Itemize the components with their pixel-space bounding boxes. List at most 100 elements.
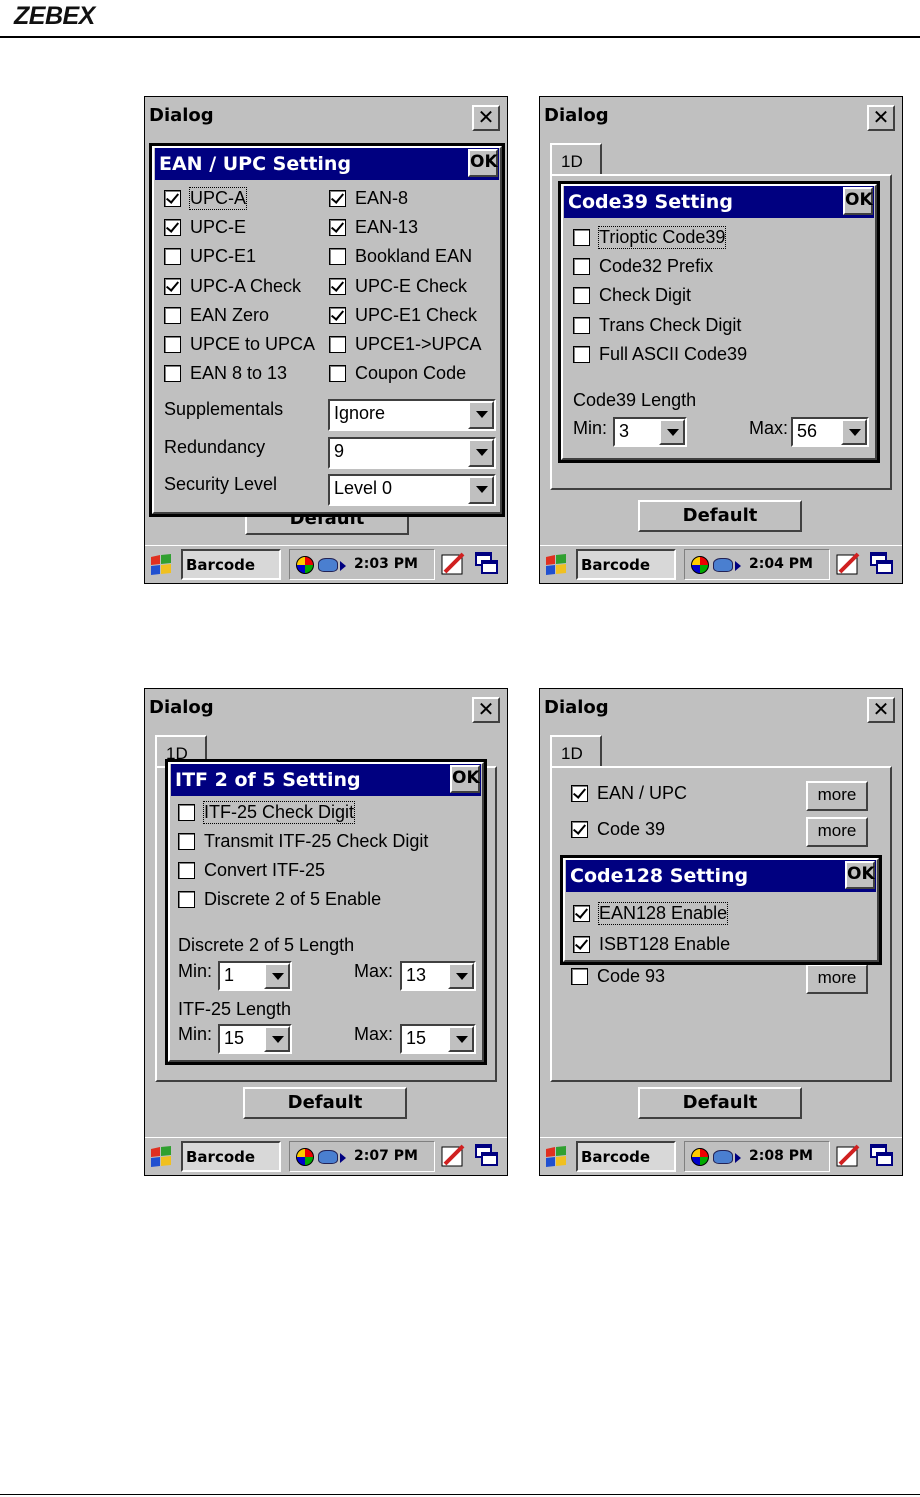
ok-button[interactable]: OK xyxy=(468,149,498,177)
system-tray: 2:07 PM xyxy=(289,1141,435,1172)
checkbox-ean-13[interactable]: EAN-13 xyxy=(329,217,418,238)
checkbox-check-digit[interactable]: Check Digit xyxy=(573,285,691,306)
connection-icon[interactable] xyxy=(318,558,338,572)
taskbar-app-button[interactable]: Barcode xyxy=(576,549,676,580)
arrow-right-icon[interactable] xyxy=(735,561,741,571)
system-tray: 2:04 PM xyxy=(684,549,830,580)
redundancy-select[interactable]: 9 xyxy=(328,437,496,469)
checkbox-code32-prefix[interactable]: Code32 Prefix xyxy=(573,256,713,277)
security-level-select[interactable]: Level 0 xyxy=(328,474,496,506)
more-button-ean-upc[interactable]: more xyxy=(806,781,868,811)
checkbox-code-93[interactable]: Code 93 xyxy=(571,966,665,987)
default-button[interactable]: Default xyxy=(638,500,802,532)
supplementals-select[interactable]: Ignore xyxy=(328,399,496,431)
checkbox-isbt128-enable[interactable]: ISBT128 Enable xyxy=(573,934,730,955)
connection-icon[interactable] xyxy=(713,1150,733,1164)
close-button[interactable]: ✕ xyxy=(867,697,895,723)
chevron-down-icon[interactable] xyxy=(468,439,494,467)
ok-button[interactable]: OK xyxy=(450,765,480,793)
checkbox-upce1-to-upca[interactable]: UPCE1->UPCA xyxy=(329,334,482,355)
checkbox-upc-e1[interactable]: UPC-E1 xyxy=(164,246,256,267)
connection-icon[interactable] xyxy=(713,558,733,572)
tab-1d[interactable]: 1D xyxy=(550,735,602,767)
network-icon[interactable] xyxy=(691,556,709,574)
discrete-min-select[interactable]: 1 xyxy=(218,961,292,991)
pen-input-icon[interactable] xyxy=(836,1144,862,1168)
checkbox-ean-8[interactable]: EAN-8 xyxy=(329,188,408,209)
ean-upc-setting-popup: EAN / UPC Setting OK UPC-A EAN-8 UPC-E E… xyxy=(149,143,505,517)
network-icon[interactable] xyxy=(296,556,314,574)
desktop-windows-icon[interactable] xyxy=(475,1144,499,1168)
checkbox-itf-25-check-digit[interactable]: ITF-25 Check Digit xyxy=(178,801,356,824)
chevron-down-icon[interactable] xyxy=(841,419,867,445)
checkbox-bookland-ean[interactable]: Bookland EAN xyxy=(329,246,472,267)
windows-start-icon[interactable] xyxy=(544,1145,568,1169)
chevron-down-icon[interactable] xyxy=(264,1026,290,1052)
chevron-down-icon[interactable] xyxy=(468,476,494,504)
pen-input-icon[interactable] xyxy=(441,552,467,576)
checkbox-box xyxy=(571,785,588,802)
screen-code39: Dialog ✕ 1D Code39 Setting OK Trioptic C… xyxy=(539,96,903,584)
popup-title: Code39 Setting xyxy=(564,186,874,218)
checkbox-ean128-enable[interactable]: EAN128 Enable xyxy=(573,902,729,925)
checkbox-upc-e[interactable]: UPC-E xyxy=(164,217,246,238)
arrow-right-icon[interactable] xyxy=(735,1153,741,1163)
checkbox-convert-itf-25[interactable]: Convert ITF-25 xyxy=(178,860,325,881)
more-button-code-93[interactable]: more xyxy=(806,964,868,994)
chevron-down-icon[interactable] xyxy=(659,419,685,445)
checkbox-trioptic-code39[interactable]: Trioptic Code39 xyxy=(573,226,727,249)
checkbox-upc-e-check[interactable]: UPC-E Check xyxy=(329,276,467,297)
network-icon[interactable] xyxy=(691,1148,709,1166)
checkbox-ean-zero[interactable]: EAN Zero xyxy=(164,305,269,326)
checkbox-trans-check-digit[interactable]: Trans Check Digit xyxy=(573,315,741,336)
arrow-right-icon[interactable] xyxy=(340,561,346,571)
desktop-windows-icon[interactable] xyxy=(870,1144,894,1168)
itf-max-select[interactable]: 15 xyxy=(400,1024,476,1054)
checkbox-box xyxy=(178,862,195,879)
pen-input-icon[interactable] xyxy=(441,1144,467,1168)
chevron-down-icon[interactable] xyxy=(448,963,474,989)
pen-input-icon[interactable] xyxy=(836,552,862,576)
checkbox-ean-upc[interactable]: EAN / UPC xyxy=(571,783,687,804)
network-icon[interactable] xyxy=(296,1148,314,1166)
checkbox-full-ascii-code39[interactable]: Full ASCII Code39 xyxy=(573,344,747,365)
default-button[interactable]: Default xyxy=(243,1087,407,1119)
tab-1d[interactable]: 1D xyxy=(550,143,602,175)
code39-min-select[interactable]: 3 xyxy=(613,417,687,447)
checkbox-code-39[interactable]: Code 39 xyxy=(571,819,665,840)
chevron-down-icon[interactable] xyxy=(264,963,290,989)
arrow-right-icon[interactable] xyxy=(340,1153,346,1163)
itf-min-select[interactable]: 15 xyxy=(218,1024,292,1054)
checkbox-transmit-itf-25-check-digit[interactable]: Transmit ITF-25 Check Digit xyxy=(178,831,428,852)
windows-start-icon[interactable] xyxy=(149,1145,173,1169)
checkbox-upc-e1-check[interactable]: UPC-E1 Check xyxy=(329,305,477,326)
windows-start-icon[interactable] xyxy=(149,553,173,577)
more-button-code-39[interactable]: more xyxy=(806,817,868,847)
default-button[interactable]: Default xyxy=(638,1087,802,1119)
checkbox-coupon-code[interactable]: Coupon Code xyxy=(329,363,466,384)
close-button[interactable]: ✕ xyxy=(472,105,500,131)
taskbar-app-button[interactable]: Barcode xyxy=(576,1141,676,1172)
taskbar-app-button[interactable]: Barcode xyxy=(181,1141,281,1172)
windows-start-icon[interactable] xyxy=(544,553,568,577)
ok-button[interactable]: OK xyxy=(845,861,875,889)
checkbox-upc-a-check[interactable]: UPC-A Check xyxy=(164,276,301,297)
window-title: Dialog xyxy=(544,105,609,126)
discrete-max-select[interactable]: 13 xyxy=(400,961,476,991)
checkbox-discrete-2-of-5-enable[interactable]: Discrete 2 of 5 Enable xyxy=(178,889,381,910)
checkbox-box xyxy=(573,258,590,275)
taskbar-app-button[interactable]: Barcode xyxy=(181,549,281,580)
desktop-windows-icon[interactable] xyxy=(475,552,499,576)
checkbox-upc-a[interactable]: UPC-A xyxy=(164,187,248,210)
desktop-windows-icon[interactable] xyxy=(870,552,894,576)
chevron-down-icon[interactable] xyxy=(468,401,494,429)
close-button[interactable]: ✕ xyxy=(472,697,500,723)
clock: 2:03 PM xyxy=(354,556,418,572)
connection-icon[interactable] xyxy=(318,1150,338,1164)
close-button[interactable]: ✕ xyxy=(867,105,895,131)
chevron-down-icon[interactable] xyxy=(448,1026,474,1052)
code39-max-select[interactable]: 56 xyxy=(791,417,869,447)
checkbox-upce-to-upca[interactable]: UPCE to UPCA xyxy=(164,334,315,355)
checkbox-ean-8-to-13[interactable]: EAN 8 to 13 xyxy=(164,363,287,384)
ok-button[interactable]: OK xyxy=(843,187,873,215)
